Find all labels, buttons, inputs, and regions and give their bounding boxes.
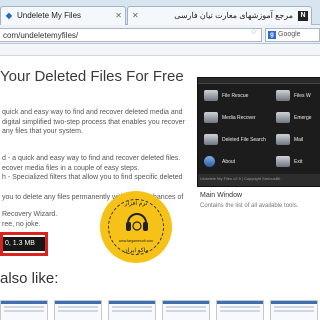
tab-close-icon[interactable]: ✕	[132, 11, 139, 20]
feature-item: h - Specialized filters that allow you t…	[2, 174, 183, 181]
mail-icon	[276, 134, 290, 145]
site-favicon-icon: ◆	[5, 11, 13, 20]
tab-persian[interactable]: N مرجع آموزشهای معارت تیان فارسی ✕	[127, 6, 312, 25]
related-thumbnail[interactable]	[162, 300, 210, 320]
media-recover-icon	[204, 112, 218, 123]
url-text: com/undeletemyfiles/	[3, 31, 79, 40]
app-item-label: Emerge	[294, 115, 312, 121]
watermark-stamp: نرم افزار www.fargamesoft.com ماکو ایران	[100, 191, 172, 263]
exit-icon	[276, 156, 290, 167]
related-thumbnails	[0, 300, 320, 320]
stamp-top-text: نرم افزار	[124, 201, 148, 207]
page-headline: Your Deleted Files For Free	[0, 68, 184, 85]
app-item-label: About	[222, 159, 236, 165]
related-thumbnail[interactable]	[0, 300, 48, 320]
n-favicon-icon: N	[298, 11, 308, 21]
bookmark-star-icon[interactable]: ☆	[250, 27, 257, 36]
tab-bar: ◆ Undelete My Files ✕ N مرجع آموزشهای مع…	[0, 0, 320, 25]
navigation-toolbar: com/undeletemyfiles/ ☆ g Google	[0, 25, 320, 44]
wizard-text: Recovery Wizard. ree, no joke.	[2, 210, 57, 229]
app-item-label: Media Recover	[222, 115, 256, 121]
url-bar[interactable]: com/undeletemyfiles/	[0, 28, 262, 42]
feature-item: d - a quick and easy way to find and rec…	[2, 155, 181, 162]
bookmarks-bar	[0, 44, 320, 56]
related-thumbnail[interactable]	[108, 300, 156, 320]
feature-item: ecover media files in a couple of easy s…	[2, 164, 140, 172]
emergency-icon	[276, 112, 290, 123]
files-window-icon	[276, 90, 290, 101]
tab-title: Undelete My Files	[17, 11, 82, 20]
about-icon	[204, 156, 215, 167]
app-screenshot[interactable]: File Rescue Files W Media Recover Emerge…	[197, 77, 320, 187]
file-rescue-icon	[204, 90, 218, 101]
app-item-label: File Rescue	[222, 93, 249, 99]
also-like-heading: also like:	[0, 270, 59, 287]
screenshot-caption-title: Main Window	[200, 192, 243, 199]
app-item-label: Deleted File Search	[222, 137, 266, 143]
tab-close-icon[interactable]: ✕	[115, 11, 122, 20]
app-titlebar	[198, 78, 320, 84]
tab-undelete[interactable]: ◆ Undelete My Files ✕	[0, 6, 126, 25]
headset-logo-icon	[126, 213, 148, 231]
related-thumbnail[interactable]	[270, 300, 318, 320]
page-content: Your Deleted Files For Free quick and ea…	[0, 56, 320, 320]
stamp-bottom-text: ماکو ایران	[123, 248, 149, 254]
app-status-bar: Undelete My Files v2.9 | Copyright Serio…	[198, 174, 320, 186]
download-highlight: 0, 1.3 MB	[0, 232, 48, 256]
feature-list: d - a quick and easy way to find and rec…	[2, 154, 192, 183]
stamp-url-text: www.fargamesoft.com	[118, 239, 154, 243]
download-button[interactable]: 0, 1.3 MB	[3, 237, 45, 251]
related-thumbnail[interactable]	[54, 300, 102, 320]
related-thumbnail[interactable]	[216, 300, 264, 320]
deleted-file-search-icon	[204, 134, 218, 145]
wizard-line: Recovery Wizard.	[2, 211, 58, 218]
wizard-line: ree, no joke.	[2, 220, 41, 228]
google-icon: g	[268, 31, 276, 39]
intro-paragraph: quick and easy way to find and recover d…	[2, 109, 185, 135]
app-item-label: Mail	[294, 137, 304, 143]
app-item-label: Exit	[294, 159, 303, 165]
tab-title: مرجع آموزشهای معارت تیان فارسی	[174, 11, 293, 20]
search-engine-label: Google	[278, 31, 301, 38]
screenshot-caption-subtitle: Contains the list of all available tools…	[200, 203, 299, 209]
app-item-label: Files W	[294, 93, 311, 99]
search-box[interactable]: g Google	[265, 28, 320, 42]
